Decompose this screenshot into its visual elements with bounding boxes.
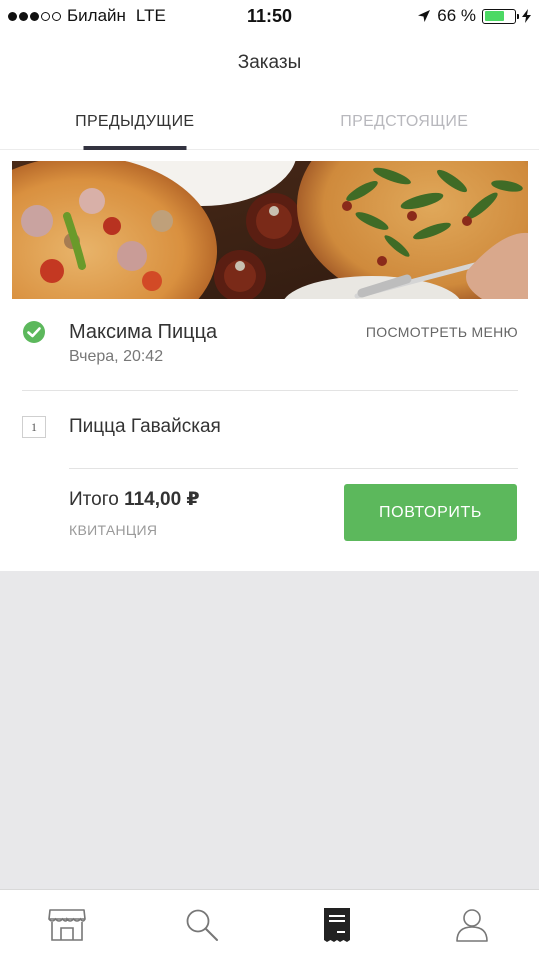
search-icon <box>186 909 219 941</box>
total-value: 114,00 ₽ <box>124 489 200 510</box>
store-icon <box>48 909 87 941</box>
repeat-order-button[interactable]: ПОВТОРИТЬ <box>344 484 517 541</box>
receipt-icon <box>323 908 350 942</box>
order-time: Вчера, 20:42 <box>69 348 164 365</box>
empty-content-area <box>0 571 539 889</box>
orders-tabs: ПРЕДЫДУЩИЕ ПРЕДСТОЯЩИЕ <box>0 98 539 150</box>
status-time: 11:50 <box>246 5 293 26</box>
divider <box>22 390 518 391</box>
nav-orders[interactable] <box>270 890 405 960</box>
receipt-link[interactable]: КВИТАНЦИЯ <box>69 522 157 538</box>
status-left: Билайн LTE <box>8 6 166 26</box>
nav-profile[interactable] <box>404 890 539 960</box>
order-card: Максима Пицца Вчера, 20:42 ПОСМОТРЕТЬ МЕ… <box>0 152 539 571</box>
charging-bolt-icon <box>522 9 531 23</box>
tab-previous[interactable]: ПРЕДЫДУЩИЕ <box>0 98 270 150</box>
location-arrow-icon <box>418 10 431 22</box>
carrier-name: Билайн <box>67 6 126 25</box>
view-menu-link[interactable]: ПОСМОТРЕТЬ МЕНЮ <box>366 324 518 340</box>
total-label: Итого <box>69 489 119 510</box>
status-bar: Билайн LTE 11:50 66 % <box>0 0 539 32</box>
tab-upcoming[interactable]: ПРЕДСТОЯЩИЕ <box>270 98 539 149</box>
page-title: Заказы <box>237 52 302 73</box>
nav-store[interactable] <box>0 890 135 960</box>
item-name: Пицца Гавайская <box>69 416 221 437</box>
restaurant-row: Максима Пицца Вчера, 20:42 ПОСМОТРЕТЬ МЕ… <box>22 320 518 370</box>
network-type: LTE <box>135 6 166 25</box>
tab-upcoming-label: ПРЕДСТОЯЩИЕ <box>340 113 469 130</box>
order-item-row: 1 Пицца Гавайская <box>22 414 518 440</box>
bottom-tab-bar <box>0 889 539 960</box>
status-right: 66 % <box>417 6 531 26</box>
battery-icon <box>482 8 519 24</box>
item-quantity: 1 <box>22 416 46 438</box>
check-circle-icon <box>23 321 45 343</box>
restaurant-hero-image <box>12 161 528 299</box>
nav-search[interactable] <box>135 890 270 960</box>
restaurant-name: Максима Пицца <box>69 321 218 343</box>
order-total: Итого 114,00 ₽ <box>69 488 200 511</box>
signal-strength-icon <box>8 11 61 21</box>
battery-percent: 66 % <box>437 6 476 25</box>
tab-previous-label: ПРЕДЫДУЩИЕ <box>75 113 195 130</box>
divider <box>69 468 518 469</box>
tab-active-indicator <box>83 146 187 150</box>
profile-icon <box>455 909 488 942</box>
